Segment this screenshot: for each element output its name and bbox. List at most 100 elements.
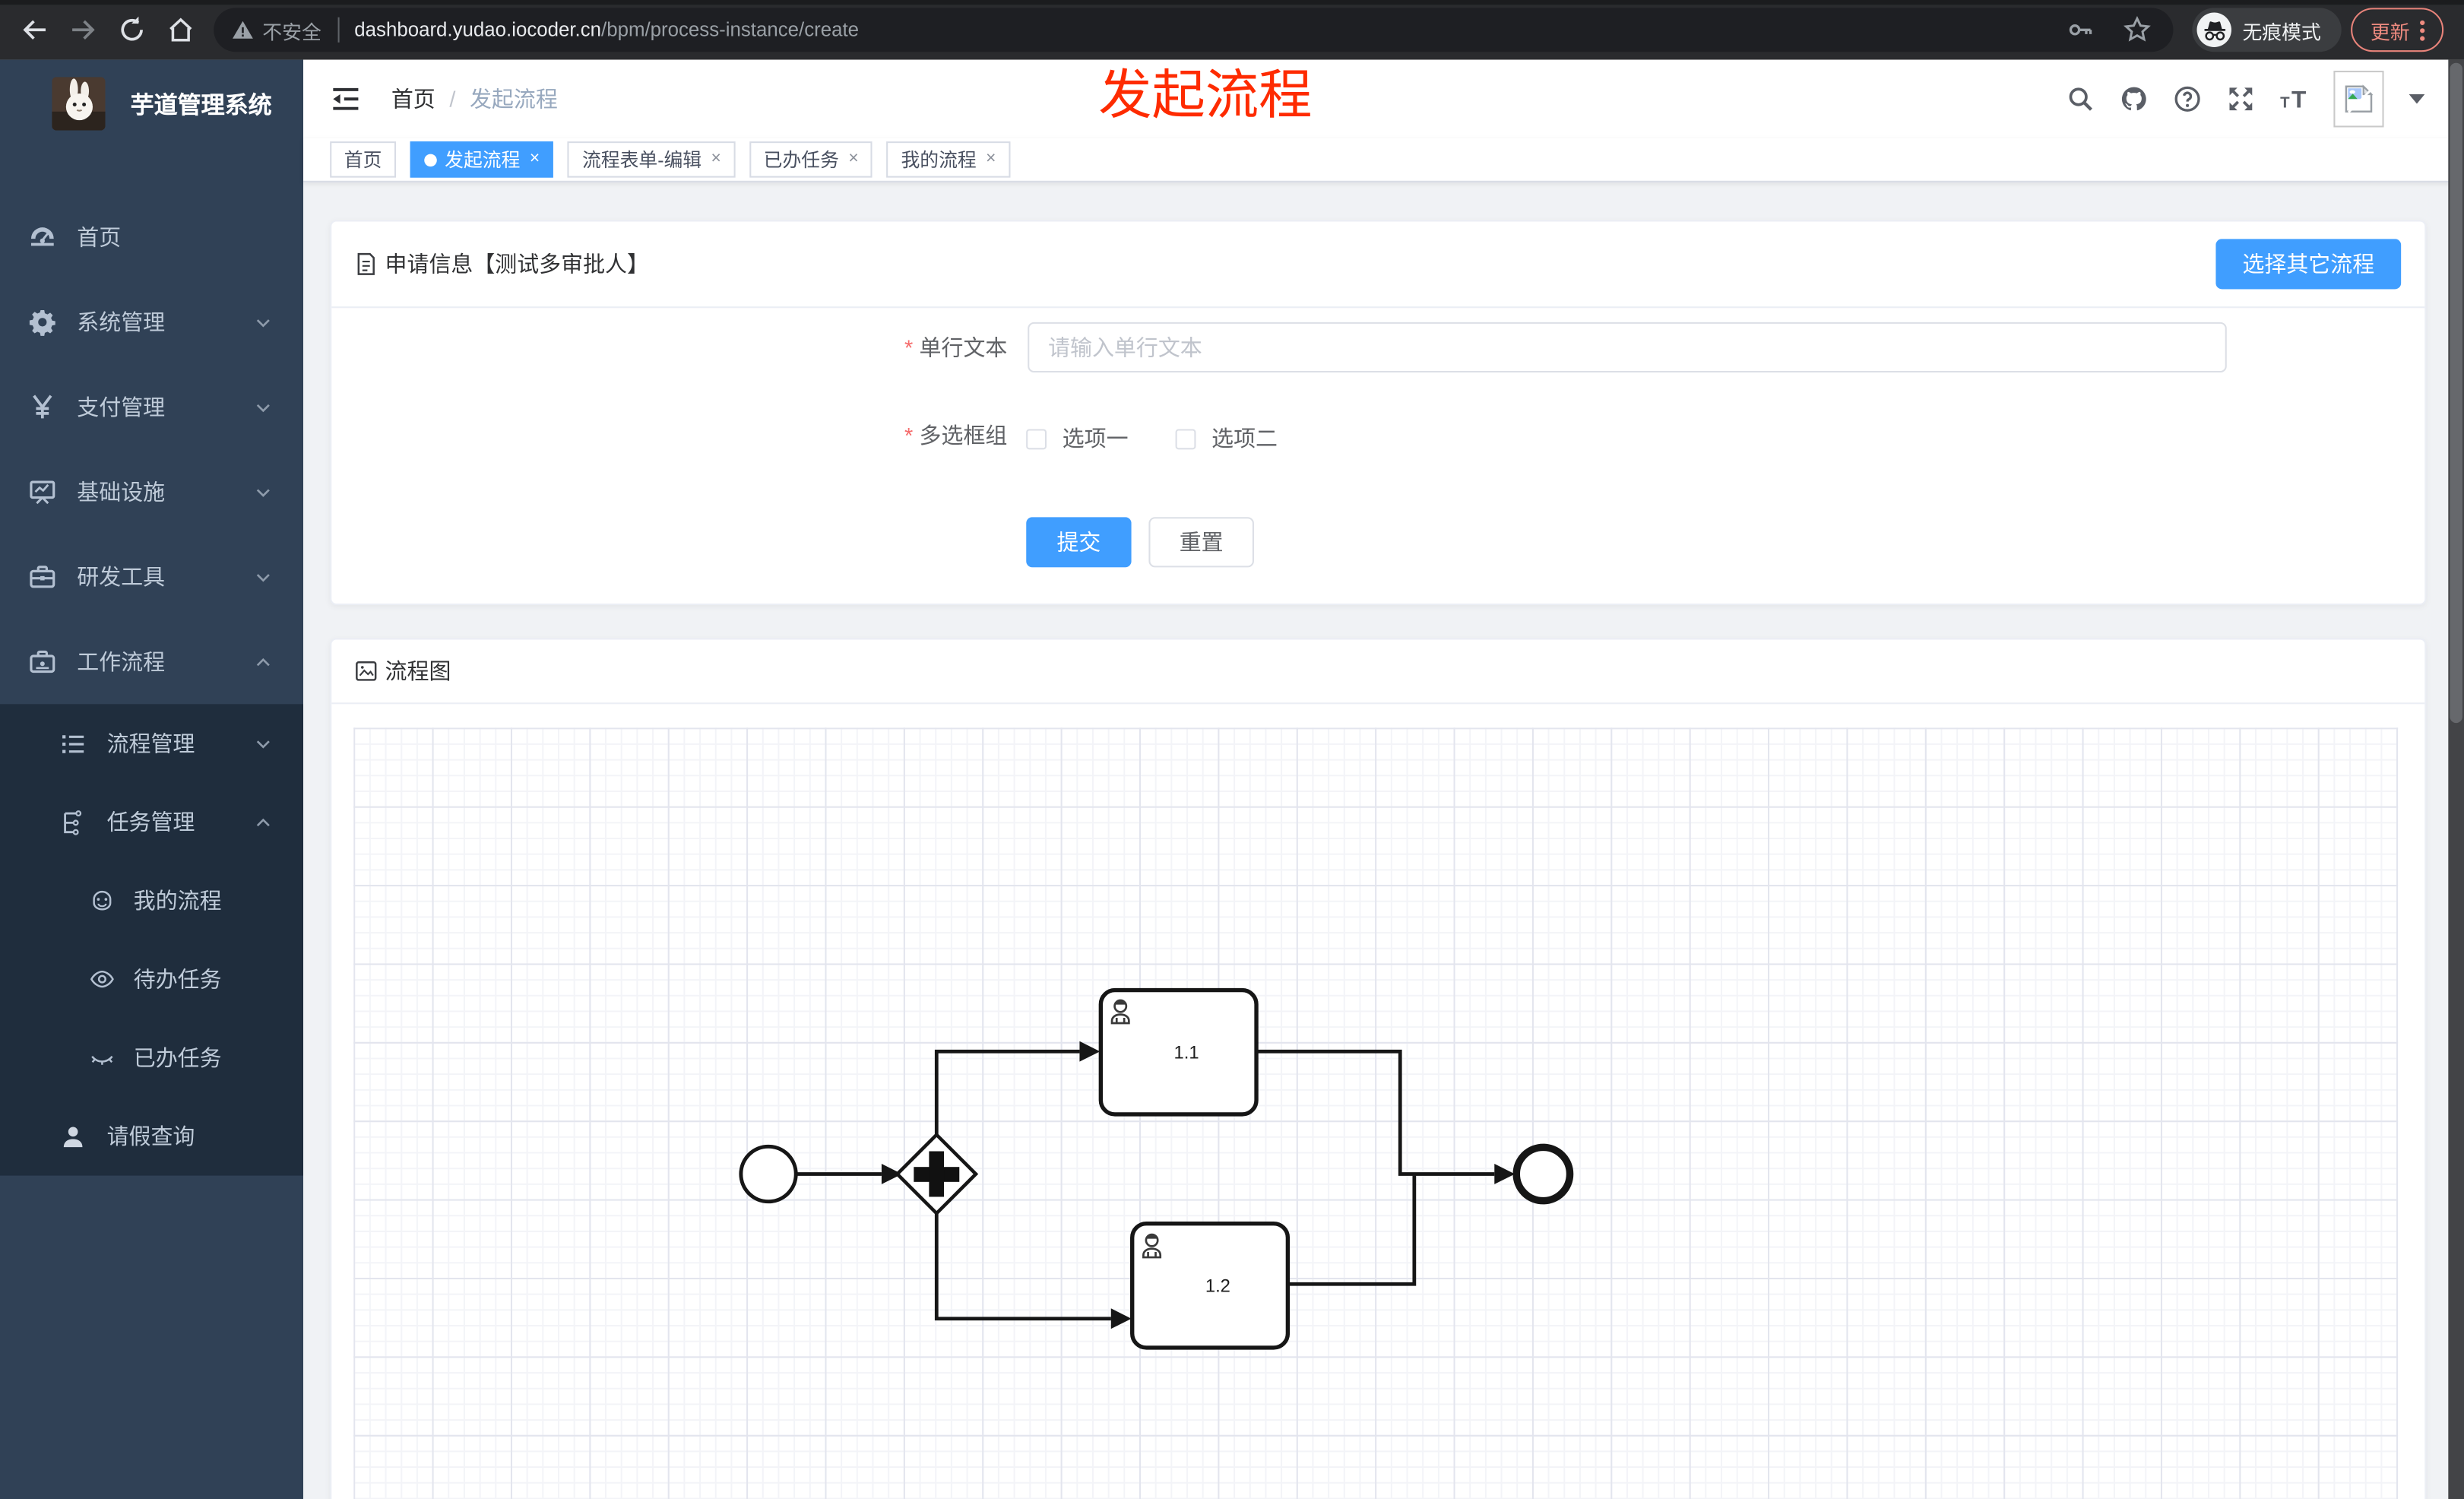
tag-home[interactable]: 首页 — [330, 141, 397, 178]
password-key-icon[interactable] — [2067, 16, 2095, 44]
header-bar: 首页 / 发起流程 TT — [303, 59, 2464, 138]
main-area: 首页 / 发起流程 TT 首页 发起流程 × 流程表单-编辑 × 已办任务 × … — [303, 59, 2464, 1499]
close-icon[interactable]: × — [530, 150, 540, 168]
single-line-text-input[interactable] — [1028, 322, 2227, 373]
infrastructure-icon — [28, 478, 56, 506]
tag-my-process[interactable]: 我的流程 × — [886, 141, 1011, 178]
eye-open-icon — [90, 967, 115, 992]
panel-title: 申请信息【测试多审批人】 — [385, 251, 649, 277]
sidebar-item-workflow[interactable]: 工作流程 — [0, 620, 303, 705]
task-label: 1.2 — [1205, 1276, 1230, 1297]
checkbox-option-1[interactable]: 选项一 — [1026, 423, 1129, 454]
avatar-dropdown-icon[interactable] — [2409, 94, 2425, 104]
warning-triangle-icon — [233, 21, 253, 39]
sidebar: 芋道管理系统 首页 系统管理 支付管理 基础设施 研发工具 工作流程 流程管理 … — [0, 59, 304, 1499]
sidebar-item-leave-query[interactable]: 请假查询 — [0, 1097, 303, 1175]
browser-menu-icon[interactable] — [2419, 19, 2424, 40]
page-scrollbar[interactable] — [2448, 59, 2464, 1499]
back-icon[interactable] — [19, 14, 50, 46]
browser-update-button[interactable]: 更新 — [2351, 8, 2444, 52]
sidebar-item-payment[interactable]: 支付管理 — [0, 365, 303, 450]
sidebar-item-my-process[interactable]: 我的流程 — [0, 861, 303, 940]
task-tree-icon — [60, 809, 87, 835]
reload-icon[interactable] — [116, 14, 147, 46]
checkbox-option-2[interactable]: 选项二 — [1175, 423, 1278, 454]
checkbox-icon[interactable] — [1026, 428, 1047, 449]
tag-done-tasks[interactable]: 已办任务 × — [749, 141, 873, 178]
checkbox-icon[interactable] — [1175, 428, 1196, 449]
address-bar[interactable]: 不安全 dashboard.yudao.iocoder.cn/bpm/proce… — [214, 8, 2174, 52]
security-label: 不安全 — [262, 21, 321, 43]
incognito-label: 无痕模式 — [2242, 21, 2321, 43]
end-event[interactable] — [1512, 1143, 1574, 1205]
parallel-gateway[interactable] — [895, 1132, 979, 1216]
panel-title: 流程图 — [385, 658, 451, 684]
user-avatar[interactable] — [2333, 71, 2384, 128]
sidebar-collapse-icon[interactable] — [330, 84, 361, 115]
select-other-process-button[interactable]: 选择其它流程 — [2215, 239, 2402, 290]
sidebar-item-process-management[interactable]: 流程管理 — [0, 704, 303, 782]
chevron-down-icon — [255, 313, 272, 331]
field-label-checkbox: * 多选框组 — [904, 423, 1008, 448]
font-size-icon[interactable]: TT — [2280, 85, 2308, 113]
flow-task11-to-end — [1257, 1049, 1495, 1176]
close-icon[interactable]: × — [848, 150, 858, 168]
update-label: 更新 — [2370, 21, 2410, 43]
app-title: 芋道管理系统 — [130, 91, 272, 119]
svg-text:T: T — [2291, 85, 2306, 113]
toolbox-icon — [28, 563, 56, 591]
close-icon[interactable]: × — [711, 150, 721, 168]
screenshot-viewport: 不安全 dashboard.yudao.iocoder.cn/bpm/proce… — [0, 0, 2464, 1499]
close-icon[interactable]: × — [986, 150, 996, 168]
breadcrumb-separator: / — [449, 86, 456, 112]
flow-task12-to-end — [1288, 1175, 1417, 1286]
dashboard-icon — [28, 223, 56, 252]
reset-button[interactable]: 重置 — [1148, 517, 1254, 568]
task-label: 1.1 — [1174, 1043, 1199, 1063]
user-task-1-2[interactable]: 1.2 — [1130, 1221, 1291, 1350]
chevron-up-icon — [255, 653, 272, 670]
security-chip[interactable]: 不安全 — [233, 15, 321, 45]
sidebar-item-home[interactable]: 首页 — [0, 195, 303, 280]
workflow-icon — [28, 648, 56, 676]
chevron-down-icon — [255, 568, 272, 585]
field-label-text: * 单行文本 — [904, 334, 1008, 360]
process-list-icon — [60, 730, 87, 756]
github-icon[interactable] — [2120, 85, 2148, 113]
submit-button[interactable]: 提交 — [1026, 517, 1132, 568]
sidebar-item-done-tasks[interactable]: 已办任务 — [0, 1019, 303, 1097]
fullscreen-icon[interactable] — [2227, 85, 2255, 113]
bookmark-star-icon[interactable] — [2123, 15, 2151, 44]
chevron-up-icon — [255, 813, 272, 831]
chevron-down-icon — [255, 483, 272, 501]
search-icon[interactable] — [2067, 85, 2095, 113]
broken-image-icon — [2345, 84, 2374, 113]
apply-info-panel: 申请信息【测试多审批人】 选择其它流程 * 单行文本 * 多选框组 选项一 — [330, 220, 2427, 606]
tag-create-process[interactable]: 发起流程 × — [410, 141, 554, 178]
scrollbar-thumb[interactable] — [2450, 62, 2462, 724]
tag-form-edit[interactable]: 流程表单-编辑 × — [568, 141, 736, 178]
url-text[interactable]: dashboard.yudao.iocoder.cn/bpm/process-i… — [354, 19, 859, 41]
user-task-1-1[interactable]: 1.1 — [1098, 987, 1259, 1117]
workflow-submenu: 流程管理 任务管理 我的流程 待办任务 已办任务 请假查询 — [0, 704, 304, 1176]
sidebar-item-todo-tasks[interactable]: 待办任务 — [0, 940, 303, 1018]
app-logo[interactable]: 芋道管理系统 — [0, 60, 303, 148]
browser-toolbar: 不安全 dashboard.yudao.iocoder.cn/bpm/proce… — [0, 0, 2464, 60]
bpmn-canvas[interactable]: 1.1 1.2 — [353, 727, 2399, 1499]
sidebar-item-task-management[interactable]: 任务管理 — [0, 783, 303, 861]
chevron-down-icon — [255, 735, 272, 753]
help-icon[interactable] — [2173, 85, 2201, 113]
picture-icon — [353, 658, 378, 683]
bpmn-diagram: 1.1 1.2 — [739, 987, 1574, 1350]
sidebar-item-devtools[interactable]: 研发工具 — [0, 534, 303, 620]
svg-text:T: T — [2280, 93, 2290, 111]
yen-icon — [28, 393, 56, 421]
sidebar-item-system[interactable]: 系统管理 — [0, 280, 303, 365]
sidebar-item-infrastructure[interactable]: 基础设施 — [0, 449, 303, 534]
eye-closed-icon — [90, 1045, 115, 1070]
chevron-down-icon — [255, 398, 272, 416]
forward-icon[interactable] — [68, 14, 99, 46]
start-event[interactable] — [739, 1144, 798, 1204]
home-icon[interactable] — [165, 14, 196, 46]
breadcrumb-home[interactable]: 首页 — [391, 84, 435, 115]
